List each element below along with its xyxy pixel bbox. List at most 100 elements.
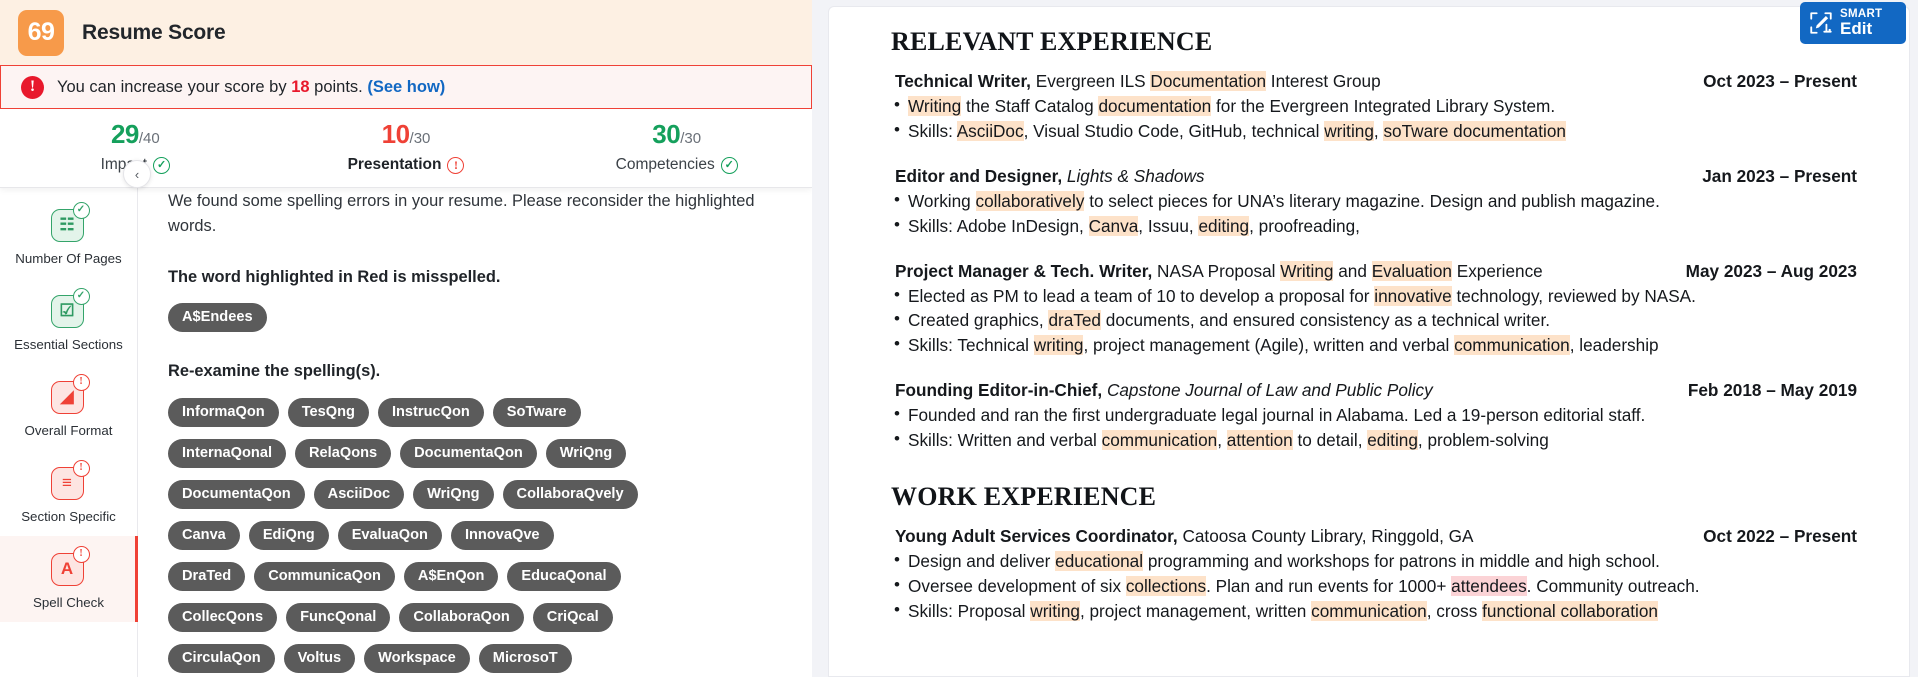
job-header: Project Manager & Tech. Writer, NASA Pro… <box>891 260 1857 282</box>
spelling-chip[interactable]: EdiQng <box>248 520 329 550</box>
rail-item-spell-check[interactable]: A! Spell Check <box>0 536 138 622</box>
collapse-panel-button[interactable]: ‹ <box>123 160 151 188</box>
spelling-chip[interactable]: CollaboraQon <box>399 602 524 632</box>
alert-exclamation-icon: ! <box>21 75 44 99</box>
spelling-chip[interactable]: SoTware <box>492 397 581 427</box>
job-title-org: Project Manager & Tech. Writer, NASA Pro… <box>895 260 1543 282</box>
resume-text: , leadership <box>1569 335 1659 356</box>
spelling-chip[interactable]: RelaQons <box>295 438 392 468</box>
rail-item-essential-sections[interactable]: ☑ ✓ Essential Sections <box>0 278 137 364</box>
resume-text: Working <box>908 190 976 211</box>
metric-value: 30 <box>652 119 681 149</box>
job-date: Jan 2023 – Present <box>1702 165 1857 186</box>
spelling-chip[interactable]: DocumentaQon <box>168 479 305 509</box>
spelling-chip[interactable]: Workspace <box>364 643 470 673</box>
score-metric-presentation[interactable]: 10/30 Presentation! <box>271 119 542 174</box>
spelling-chip[interactable]: EvaluaQon <box>337 520 442 550</box>
spelling-chip[interactable]: InformaQon <box>168 397 279 427</box>
resume-text: , project management (Agile), written an… <box>1083 335 1455 356</box>
spelling-chip[interactable]: AsciiDoc <box>313 479 405 509</box>
left-panel: ☷ ✓ Number Of Pages ☑ ✓ Essential Sections ◢! O… <box>0 0 812 677</box>
resume-text: Capstone Journal of Law and Public Polic… <box>1102 380 1433 401</box>
highlighted-term: writing <box>1324 120 1374 141</box>
spelling-chip[interactable]: CirculaQon <box>168 643 275 673</box>
highlighted-term: Writing <box>1280 260 1334 281</box>
metric-value: 29 <box>110 119 139 149</box>
rail-item-label: Number Of Pages <box>15 250 122 266</box>
resume-text: programming and workshops for patrons in… <box>1143 550 1660 571</box>
resume-text: Experience <box>1451 260 1543 281</box>
score-metrics: 29/40 Impact ✓ 10/30 Presentation! 30/30 Compe… <box>0 109 812 187</box>
rail-status-icon: ! <box>72 459 90 477</box>
smart-edit-label: SMART Edit <box>1840 8 1882 38</box>
job-bullet: Skills: Proposal writing, project manage… <box>891 599 1857 623</box>
resume-text: , proofreading, <box>1249 215 1360 236</box>
highlighted-term: attention <box>1226 430 1293 450</box>
spelling-chip[interactable]: Canva <box>168 520 240 550</box>
score-title: Resume Score <box>82 20 226 44</box>
job-bullets: Design and deliver educational programmi… <box>891 549 1857 623</box>
spelling-chip[interactable]: Voltus <box>283 643 356 673</box>
rail-icon: ≡! <box>49 459 90 502</box>
score-alert-banner: ! You can increase your score by 18 poin… <box>0 65 812 109</box>
score-badge: 69 <box>18 9 64 56</box>
metric-status-icon: ✓ <box>720 156 738 174</box>
pencil-edit-icon <box>1810 12 1832 34</box>
spelling-chip[interactable]: InnovaQve <box>450 520 554 550</box>
job-title-org: Founding Editor-in-Chief, Capstone Journ… <box>895 380 1433 401</box>
job-spacer <box>891 244 1857 261</box>
rail-item-overall-format[interactable]: ◢! Overall Format <box>0 364 137 450</box>
spelling-chip[interactable]: WriQng <box>413 479 494 509</box>
highlighted-term: collaboratively <box>975 190 1085 211</box>
resume-job-entry: Young Adult Services Coordinator, Catoos… <box>891 526 1857 623</box>
spelling-chip[interactable]: CommunicaQon <box>254 561 395 591</box>
spelling-chip[interactable]: InstrucQon <box>377 397 484 427</box>
highlighted-term: writing <box>1030 600 1080 621</box>
spelling-chip[interactable]: FuncQonal <box>286 602 391 632</box>
metric-value-row: 29/40 <box>0 119 271 150</box>
alert-prefix: You can increase your score by <box>57 77 292 96</box>
smart-edit-line2: Edit <box>1840 19 1873 39</box>
resume-document: RELEVANT EXPERIENCE Technical Writer, Eve… <box>828 6 1910 677</box>
rail-status-icon: ✓ <box>72 287 90 305</box>
job-bullet: Writing the Staff Catalog documentation … <box>891 94 1857 118</box>
resume-text: Oversee development of six <box>908 575 1126 596</box>
metric-value-row: 30/30 <box>541 119 812 150</box>
see-how-link[interactable]: (See how) <box>367 78 445 96</box>
job-title: Young Adult Services Coordinator, <box>895 525 1178 546</box>
rail-item-number-of-pages[interactable]: ☷ ✓ Number Of Pages <box>0 192 137 278</box>
job-title: Founding Editor-in-Chief, <box>895 380 1103 401</box>
spelling-chip[interactable]: InternaQonal <box>168 438 287 468</box>
job-header: Young Adult Services Coordinator, Catoos… <box>891 526 1857 547</box>
metric-max: /30 <box>409 130 431 147</box>
resume-text: and <box>1333 260 1372 281</box>
spelling-chip[interactable]: CriQcal <box>532 602 613 632</box>
highlighted-term: editing <box>1198 215 1250 236</box>
rail-item-section-specific[interactable]: ≡! Section Specific <box>0 450 137 536</box>
job-title-org: Editor and Designer, Lights & Shadows <box>895 166 1205 187</box>
spelling-chip[interactable]: CollaboraQvely <box>502 479 638 509</box>
highlighted-term: functional collaboration <box>1482 600 1658 621</box>
metric-label-row: Competencies ✓ <box>616 156 738 174</box>
smart-edit-button[interactable]: SMART Edit <box>1800 2 1906 44</box>
metric-status-icon: ✓ <box>153 156 171 174</box>
spelling-chip[interactable]: DraTed <box>168 561 246 591</box>
alert-suffix: points. <box>309 77 368 96</box>
spelling-chip[interactable]: MicrosoT <box>478 643 572 673</box>
spelling-chip[interactable]: EducaQonal <box>507 561 621 591</box>
spelling-chip[interactable]: WriQng <box>545 438 627 468</box>
spelling-chip[interactable]: CollecQons <box>168 602 278 632</box>
metric-label: Competencies <box>615 156 715 173</box>
spelling-chip[interactable]: DocumentaQon <box>400 438 537 468</box>
resume-job-entry: Technical Writer, Evergreen ILS Document… <box>891 71 1857 143</box>
spelling-chip[interactable]: A$EnQon <box>403 561 499 591</box>
job-title-org: Young Adult Services Coordinator, Catoos… <box>895 526 1474 547</box>
resume-text: Created graphics, <box>908 310 1049 331</box>
job-bullets: Founded and ran the first undergraduate … <box>891 403 1857 452</box>
resume-text: Skills: Adobe InDesign, <box>908 215 1089 236</box>
job-spacer <box>891 363 1857 380</box>
score-metric-competencies[interactable]: 30/30 Competencies ✓ <box>541 119 812 174</box>
metric-max: /30 <box>680 130 702 147</box>
spelling-chip[interactable]: TesQng <box>287 397 369 427</box>
misspelled-word-chip[interactable]: A$Endees <box>168 303 267 333</box>
